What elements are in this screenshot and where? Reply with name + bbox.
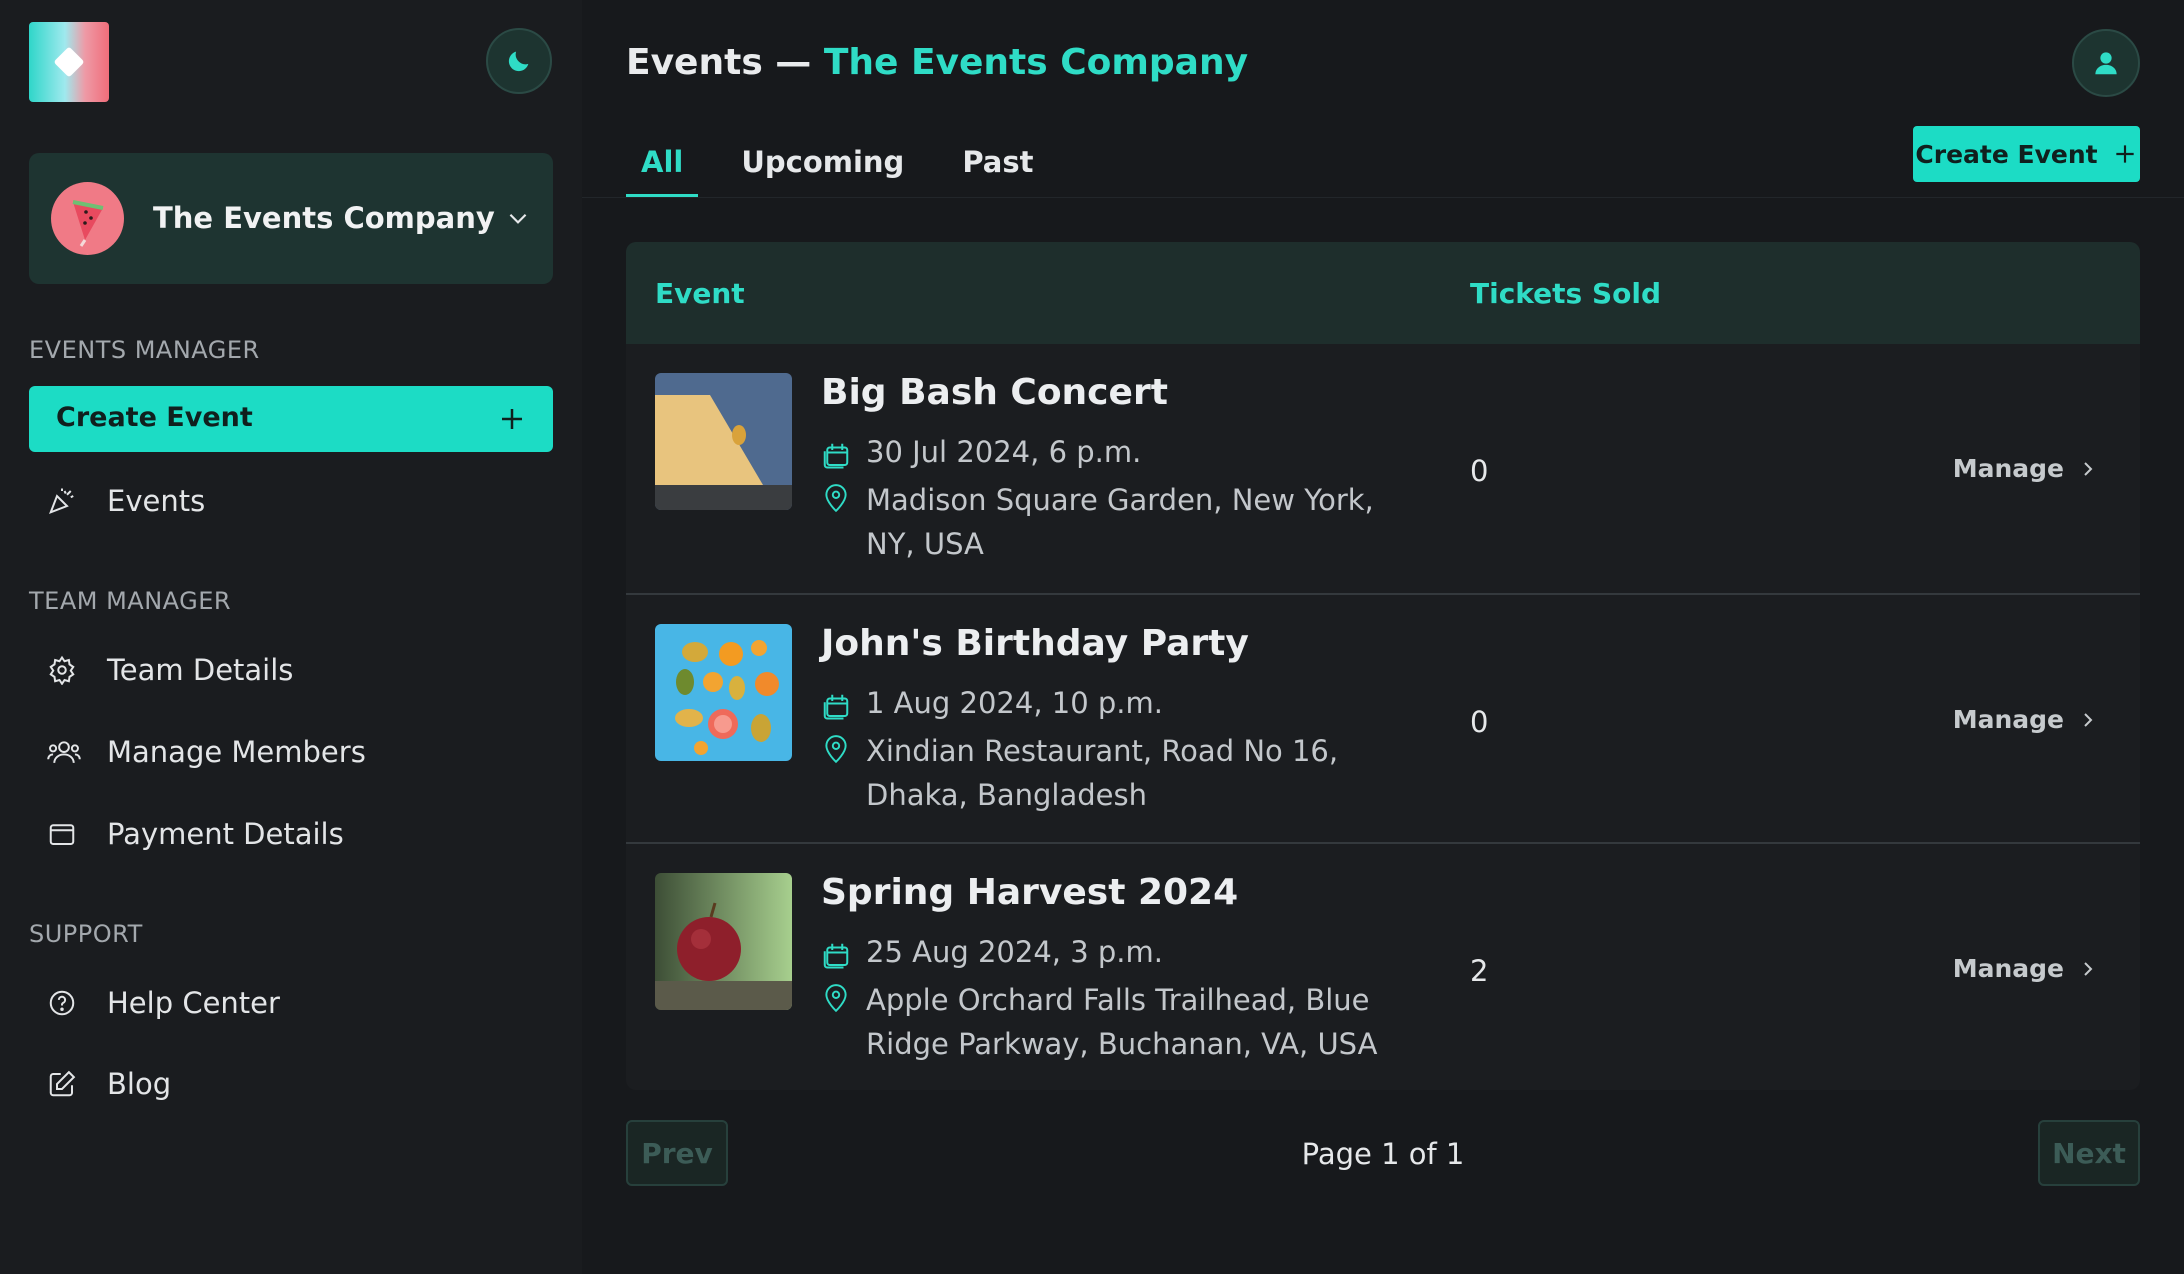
sidebar-item-payment-details[interactable]: Payment Details — [29, 806, 553, 862]
create-event-label: Create Event — [1915, 139, 2098, 169]
table-row[interactable]: Spring Harvest 2024 25 Aug 2024, 3 p.m. … — [626, 842, 2140, 1090]
fruits-image — [655, 624, 792, 761]
tab-upcoming[interactable]: Upcoming — [726, 140, 919, 198]
manage-label: Manage — [1952, 454, 2064, 483]
create-event-label: Create Event — [56, 402, 253, 433]
team-name: The Events Company — [153, 201, 495, 235]
sidebar-item-blog[interactable]: Blog — [29, 1056, 553, 1112]
sidebar-item-label: Manage Members — [107, 735, 366, 769]
chevron-right-icon — [2084, 461, 2093, 476]
next-page-button[interactable]: Next — [2038, 1120, 2140, 1186]
sidebar-item-label: Events — [107, 484, 206, 518]
calendar-icon — [823, 443, 849, 469]
section-label-team-manager: TEAM MANAGER — [29, 587, 232, 615]
sidebar-item-label: Payment Details — [107, 817, 344, 851]
sidebar-item-help-center[interactable]: Help Center — [29, 975, 553, 1031]
tab-past[interactable]: Past — [947, 140, 1048, 198]
table-row[interactable]: John's Birthday Party 1 Aug 2024, 10 p.m… — [626, 593, 2140, 842]
theme-toggle-button[interactable] — [486, 28, 552, 94]
apple-image — [655, 873, 792, 1010]
sidebar-item-label: Help Center — [107, 986, 280, 1020]
edit-icon — [47, 1069, 87, 1099]
event-location: Madison Square Garden, New York, NY, USA — [866, 483, 1374, 561]
team-avatar — [51, 182, 124, 255]
user-icon — [2095, 52, 2117, 75]
party-popper-icon — [47, 486, 87, 516]
chevron-right-icon — [2084, 712, 2093, 727]
sidebar-item-label: Team Details — [107, 653, 294, 687]
tabs-divider — [582, 197, 2184, 198]
map-pin-icon — [825, 484, 847, 513]
diamond-logo-icon — [53, 46, 85, 78]
user-menu-button[interactable] — [2072, 29, 2140, 97]
calendar-icon — [823, 943, 849, 969]
sidebar-item-label: Blog — [107, 1067, 172, 1101]
event-title[interactable]: Spring Harvest 2024 — [821, 872, 1238, 913]
create-event-button[interactable]: Create Event — [1913, 126, 2140, 182]
gear-icon — [47, 655, 87, 685]
event-title[interactable]: John's Birthday Party — [821, 623, 1249, 664]
tab-all[interactable]: All — [626, 140, 699, 198]
sidebar-item-events[interactable]: Events — [29, 473, 553, 529]
team-selector[interactable]: The Events Company — [29, 153, 553, 284]
page-title-team: The Events Company — [823, 42, 1249, 83]
chevron-right-icon — [2084, 961, 2093, 976]
page-title: Events — The Events Company — [626, 42, 1248, 83]
chevron-down-icon — [509, 213, 527, 224]
event-location: Apple Orchard Falls Trailhead, Blue Ridg… — [866, 983, 1378, 1061]
watermelon-icon — [72, 200, 104, 247]
moon-icon — [508, 51, 529, 72]
plus-icon — [2115, 145, 2134, 163]
event-location: Xindian Restaurant, Road No 16, Dhaka, B… — [866, 734, 1339, 812]
event-date: 30 Jul 2024, 6 p.m. — [866, 435, 1142, 469]
manage-button[interactable]: Manage — [1953, 454, 2096, 483]
users-icon — [47, 737, 87, 767]
app-logo[interactable] — [29, 22, 109, 102]
sidebar-item-team-details[interactable]: Team Details — [29, 642, 553, 698]
section-label-support: SUPPORT — [29, 920, 143, 948]
help-circle-icon — [47, 988, 87, 1018]
event-thumbnail — [655, 873, 792, 1010]
event-thumbnail — [655, 373, 792, 510]
sidebar-item-manage-members[interactable]: Manage Members — [29, 724, 553, 780]
sidebar-create-event-button[interactable]: Create Event — [29, 386, 553, 452]
tickets-sold: 0 — [1470, 454, 1489, 488]
events-table: Event Tickets Sold Big Bash Concert 30 J… — [626, 242, 2140, 1090]
main-content: Events — The Events Company All Upcoming… — [582, 0, 2184, 1274]
map-pin-icon — [825, 735, 847, 764]
section-label-events-manager: EVENTS MANAGER — [29, 336, 260, 364]
manage-label: Manage — [1952, 705, 2064, 734]
wallet-icon — [47, 819, 87, 849]
sidebar: The Events Company EVENTS MANAGER Create… — [0, 0, 582, 1274]
event-date: 1 Aug 2024, 10 p.m. — [866, 686, 1163, 720]
page-info: Page 1 of 1 — [1301, 1137, 1465, 1171]
concert-image — [655, 373, 792, 510]
map-pin-icon — [825, 984, 847, 1013]
table-header: Event Tickets Sold — [626, 242, 2140, 344]
event-title[interactable]: Big Bash Concert — [821, 372, 1168, 413]
column-header-event: Event — [655, 277, 745, 310]
table-row[interactable]: Big Bash Concert 30 Jul 2024, 6 p.m. Mad… — [626, 344, 2140, 593]
event-date: 25 Aug 2024, 3 p.m. — [866, 935, 1163, 969]
tickets-sold: 0 — [1470, 705, 1489, 739]
event-thumbnail — [655, 624, 792, 761]
plus-icon — [502, 409, 522, 429]
tickets-sold: 2 — [1470, 954, 1489, 988]
page-title-prefix: Events — — [626, 42, 824, 83]
column-header-tickets-sold: Tickets Sold — [1470, 277, 1661, 310]
calendar-icon — [823, 694, 849, 720]
event-filter-tabs: All Upcoming Past — [626, 140, 1076, 198]
manage-button[interactable]: Manage — [1953, 954, 2096, 983]
manage-button[interactable]: Manage — [1953, 705, 2096, 734]
manage-label: Manage — [1952, 954, 2064, 983]
